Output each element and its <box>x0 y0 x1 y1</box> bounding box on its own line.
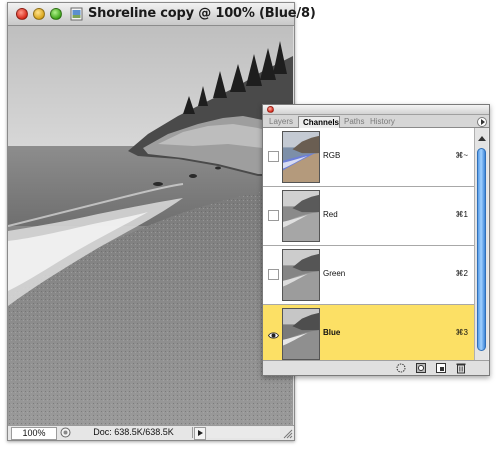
visibility-toggle[interactable] <box>268 328 279 339</box>
tab-history[interactable]: History <box>366 116 402 127</box>
channel-shortcut: ⌘2 <box>455 269 468 278</box>
document-titlebar[interactable]: Shoreline copy @ 100% (Blue/8) <box>8 3 316 26</box>
minimize-button[interactable] <box>33 8 45 20</box>
visibility-toggle[interactable] <box>268 210 279 221</box>
status-bar: 100% Doc: 638.5K/638.5K <box>8 425 294 440</box>
channel-shortcut: ⌘1 <box>455 210 468 219</box>
palette-close-button[interactable] <box>267 106 274 113</box>
channel-row-rgb[interactable]: RGB ⌘~ <box>263 128 474 187</box>
channel-name: Green <box>323 269 346 278</box>
palette-bottom-bar <box>263 360 489 375</box>
horizontal-scrollbar[interactable] <box>207 427 280 438</box>
load-selection-icon[interactable] <box>395 362 407 374</box>
palette-menu-button[interactable] <box>477 117 487 127</box>
close-button[interactable] <box>16 8 28 20</box>
channel-name: RGB <box>323 151 341 160</box>
save-selection-icon[interactable] <box>415 362 427 374</box>
zoom-button[interactable] <box>50 8 62 20</box>
resize-grip-icon[interactable] <box>282 428 293 439</box>
image-canvas[interactable] <box>8 26 293 425</box>
channels-palette: Layers Channels Paths History RGB ⌘~ Red… <box>262 104 490 376</box>
tab-channels[interactable]: Channels <box>298 116 340 128</box>
vertical-scrollbar[interactable] <box>474 128 488 360</box>
channel-shortcut: ⌘~ <box>455 151 468 160</box>
shoreline-photo <box>8 26 293 425</box>
new-channel-icon[interactable] <box>435 362 447 374</box>
channel-thumbnail <box>282 249 320 301</box>
channel-thumbnail <box>282 190 320 242</box>
channel-thumbnail <box>282 308 320 360</box>
visibility-toggle[interactable] <box>268 269 279 280</box>
channel-name: Blue <box>323 328 341 337</box>
document-icon[interactable] <box>70 7 83 21</box>
channel-list: RGB ⌘~ Red ⌘1 Green ⌘2 Blue ⌘3 <box>263 128 474 360</box>
info-icon[interactable] <box>60 427 71 438</box>
tab-paths[interactable]: Paths <box>340 116 366 127</box>
eye-icon <box>268 332 279 339</box>
visibility-toggle[interactable] <box>268 151 279 162</box>
zoom-field[interactable]: 100% <box>11 427 57 440</box>
status-menu-arrow[interactable] <box>194 427 206 440</box>
scroll-up-arrow-icon[interactable] <box>478 136 486 141</box>
channel-name: Red <box>323 210 338 219</box>
tab-layers[interactable]: Layers <box>265 116 298 127</box>
scroll-thumb[interactable] <box>477 148 486 351</box>
document-window: Shoreline copy @ 100% (Blue/8) 100% Doc:… <box>7 2 316 441</box>
doc-size-readout: Doc: 638.5K/638.5K <box>75 427 193 438</box>
channel-row-green[interactable]: Green ⌘2 <box>263 246 474 305</box>
document-title: Shoreline copy @ 100% (Blue/8) <box>88 6 316 21</box>
channel-row-blue[interactable]: Blue ⌘3 <box>263 305 474 360</box>
channel-thumbnail <box>282 131 320 183</box>
channel-shortcut: ⌘3 <box>455 328 468 337</box>
trash-icon[interactable] <box>455 362 467 374</box>
palette-titlebar[interactable] <box>263 105 489 115</box>
palette-tabs: Layers Channels Paths History <box>263 115 489 128</box>
channel-row-red[interactable]: Red ⌘1 <box>263 187 474 246</box>
